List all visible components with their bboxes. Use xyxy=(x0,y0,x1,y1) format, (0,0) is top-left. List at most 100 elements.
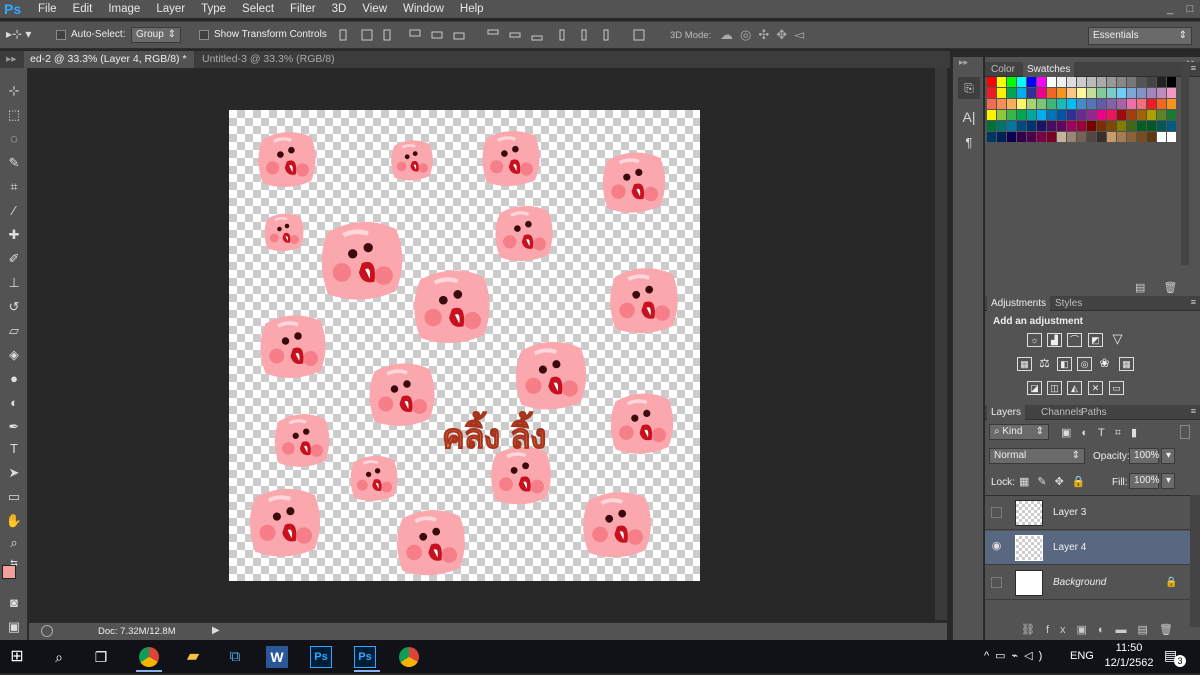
swatch[interactable] xyxy=(1057,77,1067,88)
clock-time[interactable]: 11:50 xyxy=(1103,642,1155,654)
swatch[interactable] xyxy=(1047,110,1057,121)
swatch[interactable] xyxy=(1107,121,1117,132)
swatch[interactable] xyxy=(1087,77,1097,88)
swatch[interactable] xyxy=(1167,121,1177,132)
swatch[interactable] xyxy=(1077,99,1087,110)
tab-swatches[interactable]: Swatches xyxy=(1023,62,1075,77)
swatch[interactable] xyxy=(1017,77,1027,88)
stamp-tool-icon[interactable]: ⊥ xyxy=(4,274,24,292)
swatch[interactable] xyxy=(1167,88,1177,99)
menu-window[interactable]: Window xyxy=(395,0,452,18)
swatch[interactable] xyxy=(1117,110,1127,121)
swatch[interactable] xyxy=(1147,132,1157,143)
swatch[interactable] xyxy=(997,110,1007,121)
panel-menu-icon[interactable]: ≡ xyxy=(1191,406,1196,416)
swatch[interactable] xyxy=(987,121,997,132)
pen-tool-icon[interactable]: ✒ xyxy=(4,418,24,436)
collapse-dock-icon[interactable]: ▸▸ xyxy=(959,57,968,68)
dodge-tool-icon[interactable]: ◐ xyxy=(4,394,24,412)
start-windows-icon[interactable]: ⊞ xyxy=(4,644,30,670)
layer-row-layer-3[interactable]: Layer 3 xyxy=(985,496,1190,530)
marquee-tool-icon[interactable]: ⬚ xyxy=(4,106,24,124)
swatch[interactable] xyxy=(1017,110,1027,121)
swatch[interactable] xyxy=(1087,132,1097,143)
swatch[interactable] xyxy=(1097,88,1107,99)
status-menu-arrow-icon[interactable]: ▶ xyxy=(212,625,220,636)
swatch[interactable] xyxy=(1117,99,1127,110)
swatch[interactable] xyxy=(1037,99,1047,110)
menu-help[interactable]: Help xyxy=(452,0,492,18)
photoshop-taskbar-icon-2[interactable]: Ps xyxy=(354,646,376,668)
swatch[interactable] xyxy=(1047,88,1057,99)
levels-icon[interactable]: ▟ xyxy=(1047,333,1062,347)
swatch[interactable] xyxy=(1067,110,1077,121)
swatch[interactable] xyxy=(1117,88,1127,99)
swatch[interactable] xyxy=(1157,88,1167,99)
black-white-icon[interactable]: ◧ xyxy=(1057,357,1072,371)
paragraph-panel-icon[interactable]: ¶ xyxy=(958,135,980,155)
screen-mode-icon[interactable]: ▣ xyxy=(4,618,24,636)
word-icon[interactable]: W xyxy=(266,646,288,668)
menu-select[interactable]: Select xyxy=(234,0,282,18)
align-distribute-buttons[interactable] xyxy=(338,28,658,42)
swatch[interactable] xyxy=(1087,88,1097,99)
swatch[interactable] xyxy=(1027,88,1037,99)
swatch[interactable] xyxy=(1127,99,1137,110)
swatch[interactable] xyxy=(1087,121,1097,132)
selective-color-icon[interactable]: ▭ xyxy=(1109,381,1124,395)
swatch[interactable] xyxy=(1037,88,1047,99)
swatch[interactable] xyxy=(1077,132,1087,143)
swatch[interactable] xyxy=(1157,132,1167,143)
swatch[interactable] xyxy=(1017,121,1027,132)
swatch[interactable] xyxy=(1157,77,1167,88)
paint-bucket-icon[interactable]: ◈ xyxy=(4,346,24,364)
search-icon[interactable]: ⌕ xyxy=(46,644,72,670)
swatch[interactable] xyxy=(1137,99,1147,110)
fill-slider-arrow-icon[interactable]: ▾ xyxy=(1161,473,1175,489)
align-icons[interactable] xyxy=(338,28,658,42)
swatch[interactable] xyxy=(1007,121,1017,132)
move-tool-preset-icon[interactable]: ▸⊹ ▾ xyxy=(6,27,31,41)
system-tray-icons[interactable]: ^▭⌁◁) xyxy=(984,649,1048,662)
layer-row-layer-4[interactable]: ◉ Layer 4 xyxy=(985,531,1190,565)
show-transform-checkbox[interactable] xyxy=(199,29,209,41)
filter-toggle-icon[interactable] xyxy=(1180,425,1190,439)
photoshop-taskbar-icon[interactable]: Ps xyxy=(310,646,332,668)
swatch[interactable] xyxy=(1067,88,1077,99)
swatch[interactable] xyxy=(1117,132,1127,143)
crop-tool-icon[interactable]: ⌗ xyxy=(4,178,24,196)
swatch[interactable] xyxy=(1007,88,1017,99)
hand-tool-icon[interactable]: ✋ xyxy=(4,512,24,530)
minimize-button[interactable]: _ xyxy=(1160,0,1180,18)
swatch[interactable] xyxy=(1097,121,1107,132)
app-icon[interactable]: ⧉ xyxy=(222,644,248,670)
visibility-toggle-icon[interactable] xyxy=(991,507,1002,518)
posterize-icon[interactable]: ◫ xyxy=(1047,381,1062,395)
swatch[interactable] xyxy=(1127,132,1137,143)
swatch[interactable] xyxy=(1107,132,1117,143)
swatch[interactable] xyxy=(1147,121,1157,132)
swatch[interactable] xyxy=(987,77,997,88)
swatch[interactable] xyxy=(1107,110,1117,121)
workspace-dropdown[interactable]: Essentials ⇕ xyxy=(1088,27,1192,45)
swatch[interactable] xyxy=(1077,88,1087,99)
gradient-map-icon[interactable]: ✕ xyxy=(1088,381,1103,395)
swatches-scrollbar[interactable] xyxy=(1181,65,1189,265)
swatch[interactable] xyxy=(1127,110,1137,121)
swatch[interactable] xyxy=(1127,121,1137,132)
maximize-button[interactable]: □ xyxy=(1180,0,1200,18)
swatch[interactable] xyxy=(1127,88,1137,99)
swatch[interactable] xyxy=(1047,99,1057,110)
swatch[interactable] xyxy=(1097,110,1107,121)
swatch[interactable] xyxy=(1147,88,1157,99)
exposure-icon[interactable]: ◩ xyxy=(1088,333,1103,347)
menu-edit[interactable]: Edit xyxy=(65,0,101,18)
swatch[interactable] xyxy=(987,110,997,121)
menu-filter[interactable]: Filter xyxy=(282,0,324,18)
zoom-tool-icon[interactable]: ⌕ xyxy=(4,534,24,552)
swatch[interactable] xyxy=(1027,110,1037,121)
tab-paths[interactable]: Paths xyxy=(1077,405,1111,420)
swatches-grid[interactable] xyxy=(987,77,1177,155)
tab-color[interactable]: Color xyxy=(987,62,1019,77)
path-select-icon[interactable]: ➤ xyxy=(4,464,24,482)
